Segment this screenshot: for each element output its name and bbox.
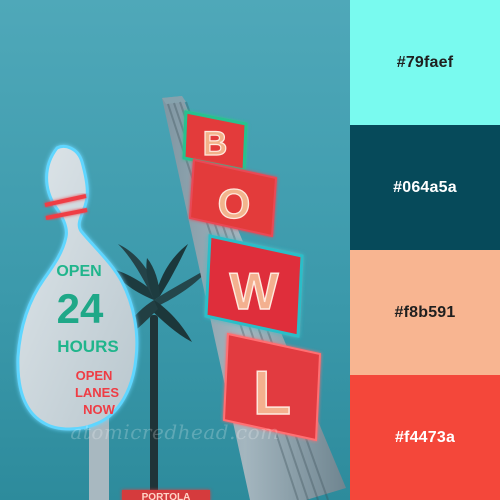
sign-text-open-1: OPEN	[56, 263, 101, 280]
color-swatch-1: #79faef	[350, 0, 500, 125]
tower-letter-b: B	[203, 125, 228, 163]
bottom-sign-text: PORTOLA	[142, 492, 191, 500]
palette-screenshot: B O W L OPEN 24 HOURS OPEN LANES NOW POR…	[0, 0, 500, 500]
tower-letter-w: W	[229, 263, 279, 321]
tower-letter-l: L	[253, 359, 291, 428]
color-swatch-4: #f4473a	[350, 375, 500, 500]
sign-text-open-2: OPEN	[76, 368, 113, 383]
sign-text-hours: HOURS	[57, 337, 118, 356]
color-swatch-3-label: #f8b591	[394, 303, 456, 321]
color-palette: #79faef #064a5a #f8b591 #f4473a	[350, 0, 500, 500]
color-swatch-2-label: #064a5a	[393, 178, 457, 196]
color-swatch-3: #f8b591	[350, 250, 500, 375]
bowling-sign-photo: B O W L OPEN 24 HOURS OPEN LANES NOW POR…	[0, 0, 350, 500]
sign-text-now: NOW	[83, 402, 116, 417]
tower-letter-o: O	[218, 180, 251, 227]
color-swatch-4-label: #f4473a	[394, 428, 456, 446]
color-swatch-2: #064a5a	[350, 125, 500, 250]
sign-text-lanes: LANES	[75, 385, 119, 400]
bowling-sign-illustration: B O W L OPEN 24 HOURS OPEN LANES NOW POR…	[0, 0, 350, 500]
bottom-sign: PORTOLA	[122, 490, 210, 500]
sign-text-24: 24	[57, 285, 104, 332]
tower-letter-l-panel: L	[222, 332, 322, 442]
color-swatch-1-label: #79faef	[396, 53, 454, 71]
